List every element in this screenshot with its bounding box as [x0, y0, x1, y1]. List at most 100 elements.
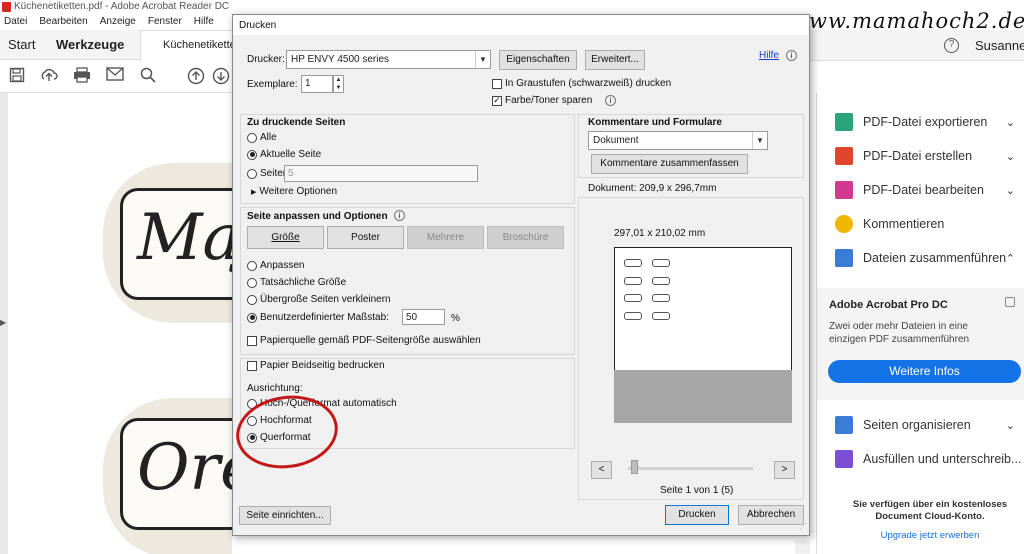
document-tab[interactable]: Küchenetiketten — [140, 30, 242, 61]
label-maja: Maja — [120, 188, 232, 300]
upload-cloud-icon[interactable] — [39, 67, 59, 87]
preview-label — [652, 312, 670, 320]
printer-value: HP ENVY 4500 series — [291, 54, 390, 65]
radio-range[interactable] — [247, 168, 257, 179]
menu-bearbeiten[interactable]: Bearbeiten — [39, 16, 87, 30]
fill-sign-icon — [835, 450, 853, 468]
mail-icon[interactable] — [105, 67, 125, 87]
save-toner-option[interactable]: ✓ Farbe/Toner sparen — [492, 95, 592, 106]
grayscale-label: In Graustufen (schwarzweiß) drucken — [505, 78, 672, 89]
fit-option[interactable]: Anpassen — [247, 260, 304, 271]
document-area: Maja Oreg — [0, 93, 232, 554]
pages-current-option[interactable]: Aktuelle Seite — [247, 149, 321, 160]
menu-anzeige[interactable]: Anzeige — [100, 16, 136, 30]
custom-scale-option[interactable]: Benutzerdefinierter Maßstab: — [247, 312, 389, 323]
help-link[interactable]: Hilfe — [759, 50, 779, 61]
pdf-file-icon — [2, 2, 11, 12]
duplex-checkbox[interactable] — [247, 360, 257, 371]
tool-edit-pdf[interactable]: PDF-Datei bearbeiten ⌄ — [835, 180, 1015, 200]
nav-tools[interactable]: Werkzeuge — [56, 37, 124, 52]
more-options-toggle[interactable]: ▶ Weitere Optionen — [251, 186, 337, 197]
promo-text: Zwei oder mehr Dateien in eine einzigen … — [829, 321, 970, 345]
tool-label: Kommentieren — [863, 217, 945, 231]
copies-stepper[interactable]: ▲ ▼ — [333, 75, 344, 93]
print-button[interactable]: Drucken — [665, 505, 729, 525]
option-label: Weitere Optionen — [259, 186, 338, 197]
properties-button[interactable]: Eigenschaften — [499, 50, 577, 70]
paper-source-checkbox[interactable] — [247, 335, 257, 346]
save-toner-checkbox[interactable]: ✓ — [492, 95, 502, 106]
resize-grip-icon[interactable]: ⋰ — [799, 523, 809, 533]
preview-label — [652, 294, 670, 302]
menu-datei[interactable]: Datei — [4, 16, 27, 30]
page-down-icon[interactable] — [211, 67, 231, 87]
grayscale-option[interactable]: In Graustufen (schwarzweiß) drucken — [492, 78, 671, 89]
poster-button[interactable]: Poster — [327, 226, 404, 249]
toolbar — [0, 61, 240, 93]
help-icon[interactable]: ? — [944, 38, 959, 53]
scale-input[interactable]: 50 — [402, 309, 445, 325]
radio-custom-scale[interactable] — [247, 312, 257, 323]
pages-range-input[interactable]: 5 — [284, 165, 478, 182]
pages-range-option[interactable]: Seiten — [247, 168, 288, 179]
multiple-button[interactable]: Mehrere — [407, 226, 484, 249]
page-slider-handle[interactable] — [631, 460, 638, 474]
preview-size: 297,01 x 210,02 mm — [614, 228, 706, 239]
chevron-down-icon: ▼ — [475, 51, 490, 68]
chevron-down-icon[interactable]: ⌄ — [1006, 116, 1015, 129]
page-setup-button[interactable]: Seite einrichten... — [239, 506, 331, 525]
collapse-left-icon[interactable]: ▶ — [0, 318, 6, 328]
duplex-option[interactable]: Papier Beidseitig bedrucken — [247, 360, 385, 371]
paper-source-option[interactable]: Papierquelle gemäß PDF-Seitengröße auswä… — [247, 335, 481, 346]
search-icon[interactable] — [138, 67, 158, 87]
summarize-comments-button[interactable]: Kommentare zusammenfassen — [591, 154, 748, 174]
copies-input[interactable]: 1 — [301, 75, 333, 93]
tool-combine-files[interactable]: Dateien zusammenführen ⌃ — [835, 248, 1015, 268]
cancel-button[interactable]: Abbrechen — [738, 505, 804, 525]
chevron-down-icon[interactable]: ⌄ — [1006, 150, 1015, 163]
radio-all[interactable] — [247, 132, 257, 143]
next-page-button[interactable]: > — [774, 461, 795, 479]
tool-export-pdf[interactable]: PDF-Datei exportieren ⌄ — [835, 112, 1015, 132]
combine-files-icon — [835, 249, 853, 267]
pages-all-option[interactable]: Alle — [247, 132, 277, 143]
booklet-button[interactable]: Broschüre — [487, 226, 564, 249]
shrink-option[interactable]: Übergroße Seiten verkleinern — [247, 294, 391, 305]
tool-fill-sign[interactable]: Ausfüllen und unterschreib... — [835, 449, 1024, 469]
menu-fenster[interactable]: Fenster — [148, 16, 182, 30]
info-icon[interactable]: i — [605, 95, 616, 106]
scrollbar-down[interactable] — [795, 540, 810, 554]
tool-organize-pages[interactable]: Seiten organisieren ⌄ — [835, 415, 1015, 435]
more-info-button[interactable]: Weitere Infos — [828, 360, 1021, 383]
tool-comment[interactable]: Kommentieren — [835, 214, 1015, 234]
page-up-icon[interactable] — [186, 67, 206, 87]
chevron-down-icon[interactable]: ⌄ — [1006, 419, 1015, 432]
radio-shrink[interactable] — [247, 294, 257, 305]
comments-select[interactable]: Dokument ▼ — [588, 131, 768, 150]
chevron-up-icon[interactable]: ⌃ — [1006, 252, 1015, 265]
upgrade-link[interactable]: Upgrade jetzt erwerben — [845, 530, 1015, 541]
option-label: Übergroße Seiten verkleinern — [260, 294, 391, 305]
info-icon[interactable]: i — [786, 50, 797, 61]
advanced-button[interactable]: Erweitert... — [585, 50, 645, 70]
radio-current[interactable] — [247, 149, 257, 160]
link-icon[interactable] — [1005, 297, 1015, 307]
save-icon[interactable] — [7, 67, 27, 87]
user-name[interactable]: Susanne — [975, 38, 1024, 53]
grayscale-checkbox[interactable] — [492, 78, 502, 89]
tool-label: PDF-Datei bearbeiten — [863, 183, 984, 197]
menu-hilfe[interactable]: Hilfe — [194, 16, 214, 30]
scale-unit: % — [451, 313, 460, 324]
page-slider-track[interactable] — [628, 467, 753, 470]
printer-select[interactable]: HP ENVY 4500 series ▼ — [286, 50, 491, 69]
chevron-down-icon[interactable]: ⌄ — [1006, 184, 1015, 197]
print-icon[interactable] — [72, 67, 92, 87]
size-button[interactable]: Größe — [247, 226, 324, 249]
tool-create-pdf[interactable]: PDF-Datei erstellen ⌄ — [835, 146, 1015, 166]
radio-actual-size[interactable] — [247, 277, 257, 288]
radio-fit[interactable] — [247, 260, 257, 271]
prev-page-button[interactable]: < — [591, 461, 612, 479]
actual-size-option[interactable]: Tatsächliche Größe — [247, 277, 346, 288]
nav-start[interactable]: Start — [8, 37, 35, 52]
info-icon[interactable]: i — [394, 210, 405, 221]
